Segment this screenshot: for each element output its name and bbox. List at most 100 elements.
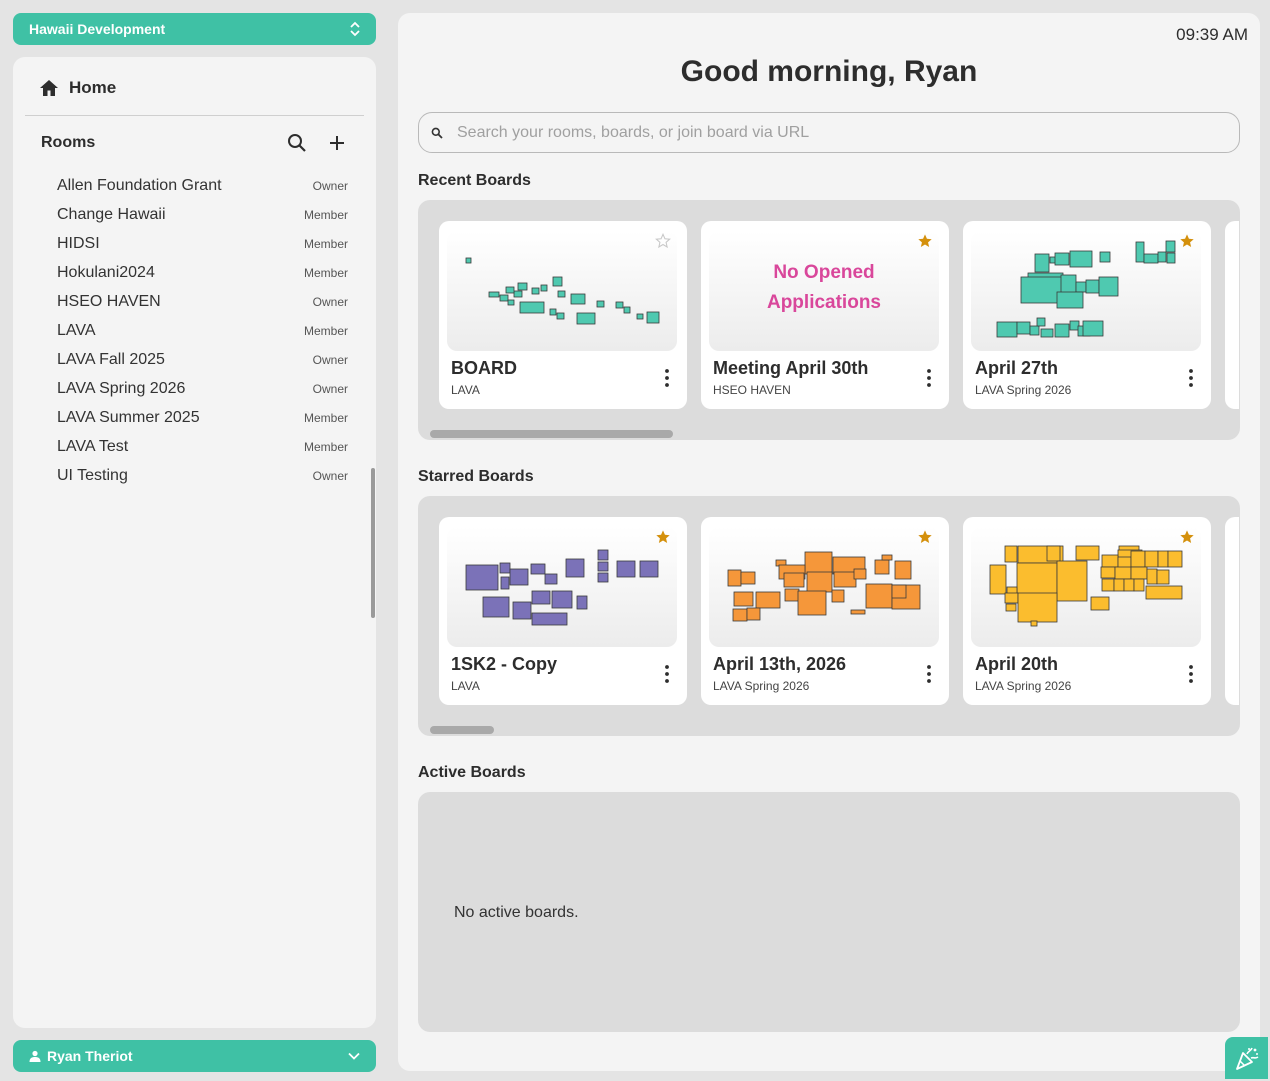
home-nav[interactable]: Home bbox=[39, 77, 116, 99]
kebab-icon[interactable] bbox=[665, 665, 669, 683]
search-rooms-button[interactable] bbox=[286, 132, 308, 154]
home-icon bbox=[40, 80, 58, 96]
recent-boards-title: Recent Boards bbox=[418, 172, 531, 189]
user-selector[interactable]: Ryan Theriot bbox=[13, 1040, 376, 1072]
board-thumbnail: No Opened Applications bbox=[709, 231, 939, 351]
board-thumbnail bbox=[971, 231, 1201, 351]
no-apps-line2: Applications bbox=[766, 292, 881, 313]
sidebar-divider bbox=[25, 115, 364, 116]
kebab-icon[interactable] bbox=[1189, 665, 1193, 683]
rooms-header: Rooms bbox=[41, 132, 348, 154]
party-popper-icon bbox=[1235, 1047, 1258, 1070]
room-list: Allen Foundation Grant Owner Change Hawai… bbox=[57, 171, 348, 490]
board-card[interactable]: No Opened Applications Meeting April 30t… bbox=[701, 221, 949, 409]
board-room: LAVA bbox=[451, 383, 480, 397]
no-apps-line1: No Opened bbox=[773, 262, 875, 283]
board-title: April 27th bbox=[975, 358, 1059, 378]
star-icon[interactable] bbox=[655, 233, 671, 249]
room-name: LAVA Fall 2025 bbox=[57, 350, 165, 368]
board-room: LAVA bbox=[451, 679, 480, 693]
board-card[interactable]: BOARD LAVA bbox=[439, 221, 687, 409]
board-room: LAVA Spring 2026 bbox=[975, 383, 1072, 397]
room-item[interactable]: LAVA Spring 2026 Owner bbox=[57, 374, 348, 403]
room-name: UI Testing bbox=[57, 466, 128, 484]
search-icon bbox=[288, 134, 306, 152]
room-item[interactable]: HIDSI Member bbox=[57, 229, 348, 258]
star-icon[interactable] bbox=[1179, 233, 1195, 249]
star-icon[interactable] bbox=[655, 529, 671, 545]
board-card[interactable]: April 20th LAVA Spring 2026 bbox=[963, 517, 1211, 705]
board-card-partial[interactable] bbox=[1225, 517, 1239, 705]
sidebar: Home Rooms Allen Foundation Grant Owner C… bbox=[13, 57, 376, 1028]
chevron-down-icon bbox=[348, 1052, 360, 1060]
main-panel: 09:39 AM Good morning, Ryan Recent Board… bbox=[398, 13, 1260, 1071]
room-item[interactable]: LAVA Fall 2025 Owner bbox=[57, 345, 348, 374]
room-role: Member bbox=[303, 323, 348, 338]
room-item[interactable]: LAVA Summer 2025 Member bbox=[57, 403, 348, 432]
room-role: Member bbox=[303, 265, 348, 280]
add-room-button[interactable] bbox=[326, 132, 348, 154]
room-role: Owner bbox=[312, 468, 348, 483]
board-card-partial[interactable] bbox=[1225, 221, 1239, 409]
room-item[interactable]: LAVA Test Member bbox=[57, 432, 348, 461]
room-name: Allen Foundation Grant bbox=[57, 176, 222, 194]
board-room: HSEO HAVEN bbox=[713, 383, 791, 397]
room-item[interactable]: Hokulani2024 Member bbox=[57, 258, 348, 287]
board-thumbnail bbox=[971, 527, 1201, 647]
active-boards-panel: No active boards. bbox=[418, 792, 1240, 1032]
board-room: LAVA Spring 2026 bbox=[713, 679, 810, 693]
room-item[interactable]: HSEO HAVEN Owner bbox=[57, 287, 348, 316]
board-card[interactable]: 1SK2 - Copy LAVA bbox=[439, 517, 687, 705]
org-selector[interactable]: Hawaii Development bbox=[13, 13, 376, 45]
recent-boards-strip: BOARD LAVA No Opened Applications Meetin… bbox=[418, 200, 1240, 440]
board-title: 1SK2 - Copy bbox=[451, 654, 558, 674]
sidebar-scrollbar[interactable] bbox=[371, 468, 375, 618]
chevron-up-down-icon bbox=[350, 21, 360, 37]
room-item[interactable]: UI Testing Owner bbox=[57, 461, 348, 490]
room-role: Member bbox=[303, 236, 348, 251]
board-room: LAVA Spring 2026 bbox=[975, 679, 1072, 693]
board-preview bbox=[996, 240, 1176, 338]
star-icon[interactable] bbox=[917, 233, 933, 249]
room-name: HIDSI bbox=[57, 234, 100, 252]
board-card[interactable]: April 27th LAVA Spring 2026 bbox=[963, 221, 1211, 409]
search-icon bbox=[431, 127, 443, 139]
board-title: Meeting April 30th bbox=[713, 358, 869, 378]
kebab-icon[interactable] bbox=[1189, 369, 1193, 387]
room-item[interactable]: Change Hawaii Member bbox=[57, 200, 348, 229]
star-icon[interactable] bbox=[917, 529, 933, 545]
board-preview bbox=[465, 257, 660, 325]
active-boards-title: Active Boards bbox=[418, 764, 526, 781]
home-label: Home bbox=[69, 78, 117, 97]
board-thumbnail bbox=[447, 527, 677, 647]
kebab-icon[interactable] bbox=[927, 369, 931, 387]
room-item[interactable]: LAVA Member bbox=[57, 316, 348, 345]
room-name: LAVA bbox=[57, 321, 96, 339]
room-name: LAVA Test bbox=[57, 437, 129, 455]
room-name: LAVA Spring 2026 bbox=[57, 379, 186, 397]
room-role: Owner bbox=[312, 352, 348, 367]
room-role: Member bbox=[303, 207, 348, 222]
room-role: Owner bbox=[312, 178, 348, 193]
kebab-icon[interactable] bbox=[665, 369, 669, 387]
search-input[interactable] bbox=[457, 123, 1227, 142]
starred-boards-strip: 1SK2 - Copy LAVA April 13th, 2026 LAVA S… bbox=[418, 496, 1240, 736]
board-card[interactable]: April 13th, 2026 LAVA Spring 2026 bbox=[701, 517, 949, 705]
room-role: Member bbox=[303, 410, 348, 425]
recent-boards-scrollbar[interactable] bbox=[430, 430, 673, 438]
room-role: Owner bbox=[312, 381, 348, 396]
room-name: HSEO HAVEN bbox=[57, 292, 161, 310]
board-preview bbox=[465, 549, 659, 626]
room-role: Member bbox=[303, 439, 348, 454]
starred-boards-scrollbar[interactable] bbox=[430, 726, 494, 734]
board-thumbnail bbox=[447, 231, 677, 351]
room-name: Change Hawaii bbox=[57, 205, 166, 223]
search-bar[interactable] bbox=[418, 112, 1240, 153]
board-title: April 13th, 2026 bbox=[713, 654, 847, 674]
rooms-title: Rooms bbox=[41, 134, 96, 151]
board-title: BOARD bbox=[451, 358, 517, 378]
room-item[interactable]: Allen Foundation Grant Owner bbox=[57, 171, 348, 200]
star-icon[interactable] bbox=[1179, 529, 1195, 545]
kebab-icon[interactable] bbox=[927, 665, 931, 683]
celebrate-button[interactable] bbox=[1225, 1037, 1268, 1079]
